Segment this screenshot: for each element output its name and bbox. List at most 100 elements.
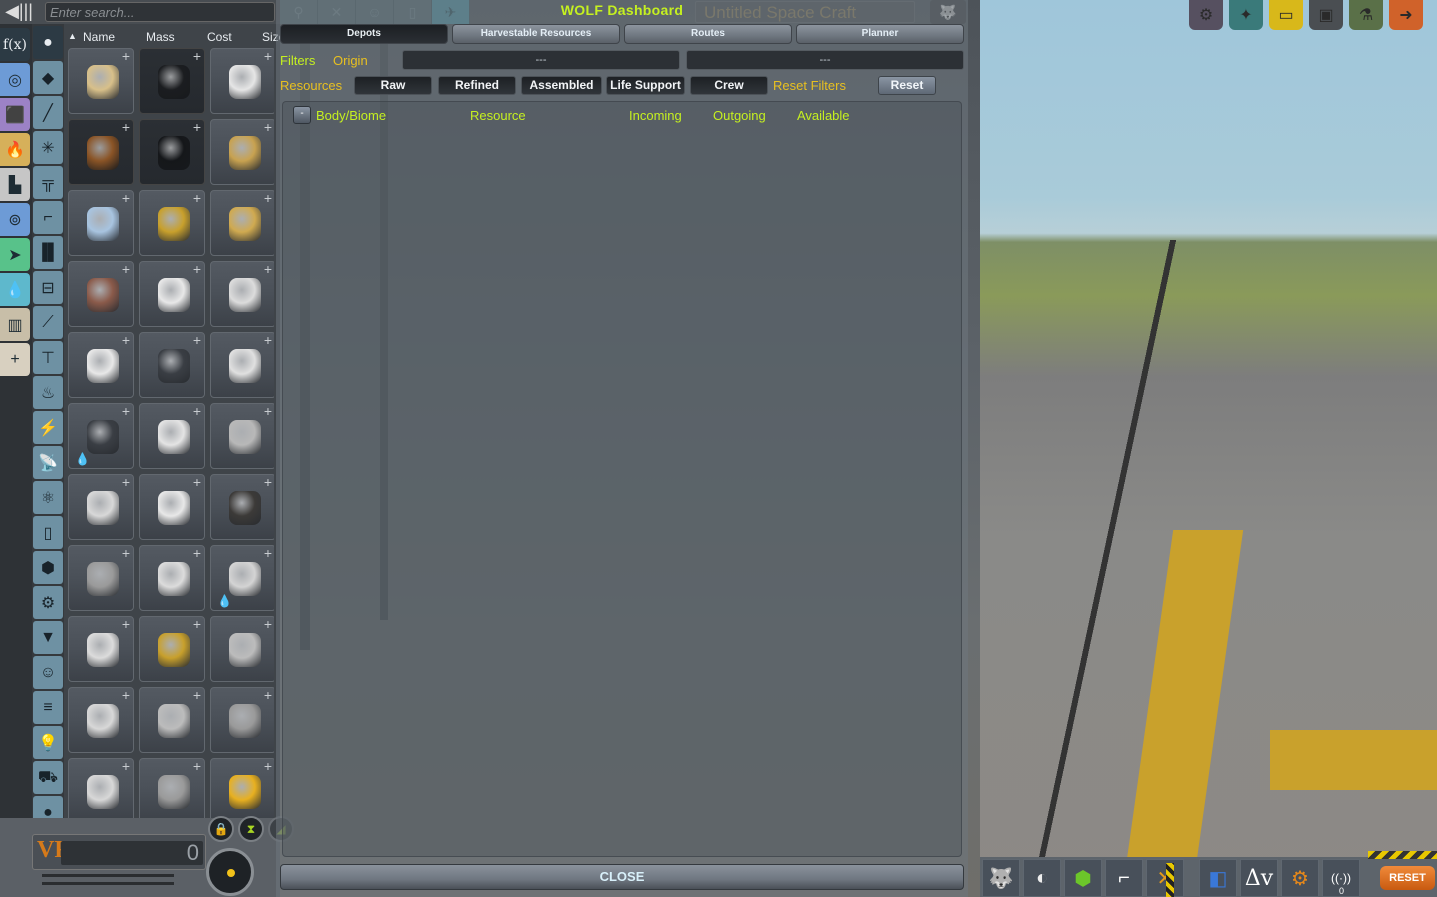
add-part-icon[interactable]: + [193,119,201,135]
part-tile[interactable]: + [139,474,205,540]
add-part-icon[interactable]: + [264,48,272,64]
add-part-icon[interactable]: + [193,332,201,348]
part-tile[interactable]: + [139,119,205,185]
part-tile[interactable]: + [210,616,274,682]
filter-assembled-button[interactable]: Assembled [521,76,602,95]
cargo-icon[interactable]: ▯ [33,516,63,549]
save-icon[interactable]: ▣ [1309,0,1343,30]
antenna-icon[interactable]: ((·)) 0 [1322,859,1360,897]
tab-planner[interactable]: Planner [796,24,964,44]
part-tile[interactable]: + [68,261,134,327]
part-tile[interactable]: + [139,190,205,256]
part-tile[interactable]: + [68,616,134,682]
gear-wrench-icon[interactable]: ⚙ [1281,859,1319,897]
filter-raw-button[interactable]: Raw [354,76,432,95]
add-part-icon[interactable]: + [264,332,272,348]
fuel-tank-icon[interactable]: 🔥 [0,133,30,166]
add-part-icon[interactable]: + [122,758,130,774]
command-icon[interactable]: ✳ [33,131,63,164]
open-folder-icon[interactable]: ▭ [1269,0,1303,30]
kerbal-icon[interactable]: ☺ [33,656,63,689]
add-part-icon[interactable]: + [122,616,130,632]
add-part-icon[interactable]: + [193,687,201,703]
part-tile[interactable]: + [139,687,205,753]
add-part-icon[interactable]: + [122,474,130,490]
part-tile[interactable]: + [210,758,274,818]
add-part-icon[interactable]: + [193,616,201,632]
robotic-arm-icon[interactable]: ⌐ [33,201,63,234]
rover-icon[interactable]: ⛟ [33,761,63,794]
part-tile[interactable]: + [139,616,205,682]
launch-reset-button[interactable]: RESET [1380,866,1435,890]
wolf-app-icon[interactable]: 🐺 [982,859,1020,897]
part-tile[interactable]: + [68,119,134,185]
tools-icon[interactable]: ⚙ [33,586,63,619]
dimensions-icon[interactable]: ◎ [0,63,30,96]
fuel-icon[interactable]: ◆ [33,61,63,94]
part-tile[interactable]: + [210,119,274,185]
add-part-icon[interactable]: + [122,687,130,703]
sort-by-name[interactable]: Name [83,30,115,44]
add-part-icon[interactable]: + [193,758,201,774]
factory-icon[interactable]: ▙ [0,168,30,201]
exit-icon[interactable]: ➜ [1389,0,1423,30]
reset-filters-button[interactable]: Reset [878,76,936,95]
puzzle-icon[interactable]: ⬛ [0,98,30,131]
add-part-icon[interactable]: + [122,545,130,561]
add-part-icon[interactable]: + [193,545,201,561]
part-tile[interactable]: + [139,403,205,469]
add-icon[interactable]: + [0,343,30,376]
add-part-icon[interactable]: + [264,616,272,632]
sort-by-mass[interactable]: Mass [146,30,175,44]
green-cube-icon[interactable]: ⬢ [1064,859,1102,897]
light-icon[interactable]: 💡 [33,726,63,759]
part-tile[interactable]: + [210,687,274,753]
part-tile[interactable]: + [68,190,134,256]
part-tile[interactable]: + [68,48,134,114]
communication-icon[interactable]: 📡 [33,446,63,479]
close-button[interactable]: CLOSE [280,864,964,890]
payload-icon[interactable]: ⊟ [33,271,63,304]
part-tile[interactable]: + [68,332,134,398]
electrical-icon[interactable]: ⚡ [33,411,63,444]
add-part-icon[interactable]: + [122,48,130,64]
moon-app-icon[interactable]: ◐ [1023,859,1061,897]
function-icon[interactable]: f(x) [0,28,30,61]
add-part-icon[interactable]: + [264,190,272,206]
vessel-value-field[interactable]: 0 [61,841,203,865]
aero-icon[interactable]: ⟋ [33,306,63,339]
add-part-icon[interactable]: + [264,119,272,135]
new-craft-icon[interactable]: ✦ [1229,0,1263,30]
add-part-icon[interactable]: + [264,261,272,277]
destination-dropdown[interactable]: --- [686,50,964,70]
part-tile[interactable]: + [210,403,274,469]
tab-routes[interactable]: Routes [624,24,792,44]
part-tile[interactable]: + [139,545,205,611]
part-tile[interactable]: + [68,687,134,753]
filter-refined-button[interactable]: Refined [438,76,516,95]
add-part-icon[interactable]: + [264,758,272,774]
part-tile[interactable]: + 💧 [68,403,134,469]
add-part-icon[interactable]: + [122,119,130,135]
separator-icon[interactable]: ≡ [33,691,63,724]
engineer-app-icon[interactable]: ◧ [1199,859,1237,897]
back-icon[interactable]: ◀||| [4,0,34,22]
launch-icon[interactable]: ⚗ [1349,0,1383,30]
add-part-icon[interactable]: + [264,545,272,561]
add-part-icon[interactable]: + [122,190,130,206]
part-tile[interactable]: + [139,48,205,114]
filter-crew-button[interactable]: Crew [690,76,768,95]
part-tile[interactable]: + [210,190,274,256]
ground-icon[interactable]: ⊤ [33,341,63,374]
symmetry-icon[interactable]: ⧗ [238,816,264,842]
part-tile[interactable]: + [210,474,274,540]
part-tile[interactable]: + [139,758,205,818]
circuit-icon[interactable]: ⊚ [0,203,30,236]
part-tile[interactable]: + [68,474,134,540]
filter-life-support-button[interactable]: Life Support [606,76,685,95]
part-tile[interactable]: + [68,545,134,611]
science-icon[interactable]: ⚛ [33,481,63,514]
wolf-icon[interactable]: ▼ [33,621,63,654]
add-part-icon[interactable]: + [264,403,272,419]
add-part-icon[interactable]: + [264,474,272,490]
